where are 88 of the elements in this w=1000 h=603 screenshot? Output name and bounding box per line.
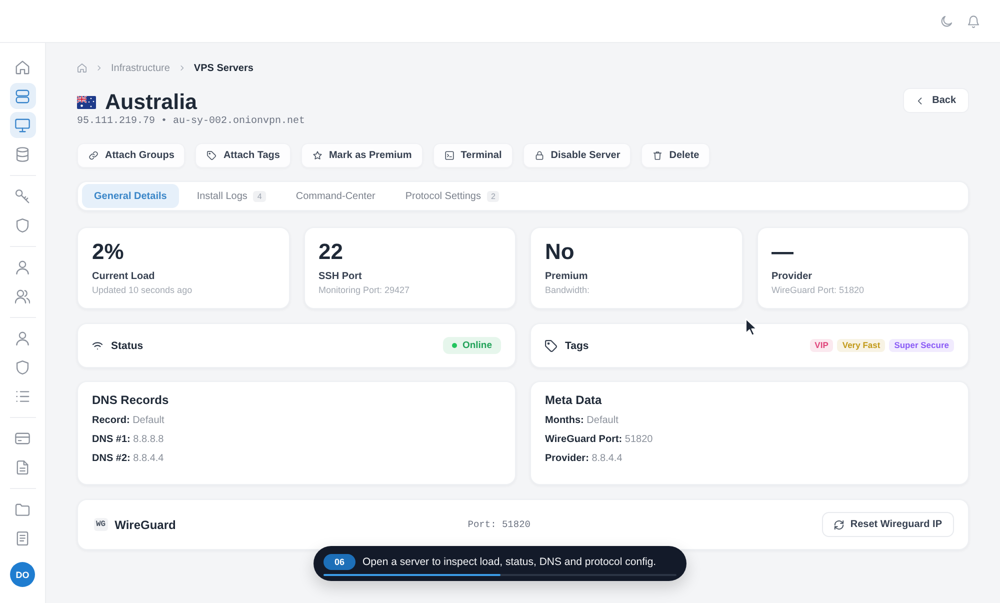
tab[interactable]: Install Logs 4 [184,184,278,208]
action-button[interactable]: Delete [641,143,710,168]
card-title: WireGuard [114,518,176,532]
user-icon [15,260,30,274]
field-value: Default [132,415,164,426]
server-icon [15,88,30,104]
list-icon [15,388,30,404]
field-value: Default [586,415,618,426]
action-button[interactable]: Attach Groups [77,143,186,168]
card-title: Meta Data [545,392,603,408]
document-icon [15,460,30,474]
field-value: 51820 [624,434,653,445]
terminal-icon [444,151,454,160]
shield-icon [15,218,30,232]
flag-icon [77,96,96,108]
stat-detail: Bandwidth: [545,284,591,296]
stat-detail: Monitoring Port: 29427 [318,284,411,296]
field-label: DNS #1: [92,434,130,445]
stat-label: Current Load [92,270,156,283]
count-badge: 2 [486,190,500,202]
shield-icon [15,360,30,374]
refresh-icon [834,520,844,530]
action-button[interactable]: Attach Tags [195,143,291,168]
sidebar-item[interactable] [10,112,36,138]
bell-icon[interactable] [967,14,980,28]
stat-value: — [772,240,794,264]
monitor-icon [15,118,30,132]
field-label: Provider: [545,453,589,464]
tag-icon [207,151,216,160]
chevron-icon [916,96,924,104]
sidebar-item[interactable] [10,83,36,109]
field-value: 8.8.4.4 [592,453,622,464]
status-text: Online [462,340,492,351]
database-icon [15,146,30,162]
stat-label: Premium [545,270,589,283]
stat-detail: WireGuard Port: 51820 [772,284,866,296]
folder-icon [15,502,30,516]
stat-value: 22 [318,240,344,264]
stat-detail: Updated 10 seconds ago [92,284,194,296]
tag-badge: Very Fast [837,339,886,352]
back-button[interactable]: Back [903,88,969,113]
stat-label: Provider [772,270,814,283]
action-button[interactable]: Mark as Premium [300,143,423,168]
field-label: WireGuard Port: [545,434,622,445]
user-avatar[interactable]: DO [10,562,35,587]
tag-icon [545,340,557,352]
field-label: Record: [92,415,130,426]
breadcrumb-current: VPS Servers [194,62,254,74]
wifi-icon [92,340,103,351]
link-icon [89,151,98,160]
trash-icon [653,151,662,160]
star-icon [312,151,322,160]
credit-card-icon [15,430,30,446]
status-dot-icon [452,343,458,348]
notes-icon [15,530,30,546]
toast-message: Open a server to inspect load, status, DNS and protocol config. [362,556,656,568]
action-button[interactable]: Disable Server [522,143,632,168]
lock-icon [534,151,544,160]
reset-ip-button[interactable]: Reset Wireguard IP [822,512,954,537]
count-badge: 4 [253,190,266,202]
users-icon [15,288,30,304]
card-title: Tags [565,340,589,352]
key-icon [15,188,30,204]
user-icon [15,330,30,346]
page-title: Australia [105,89,198,115]
chevron-icon [178,65,185,71]
tab[interactable]: Command-Center [284,184,388,208]
moon-icon[interactable] [940,14,953,28]
field-value: 8.8.4.4 [133,453,164,464]
field-label: DNS #2: [92,453,130,464]
chevron-icon [96,65,102,71]
home-icon [15,60,30,74]
stat-label: SSH Port [318,270,363,283]
tab[interactable]: Protocol Settings 2 [393,184,512,208]
field-label: Months: [545,415,584,426]
stat-value: 2% [92,240,125,264]
action-button[interactable]: Terminal [432,143,513,168]
step-badge: 06 [324,554,356,570]
protocol-badge: WG [94,518,108,531]
card-title: Status [111,340,144,352]
server-address: 95.111.219.79 • au-sy-002.onionvpn.net [77,115,306,129]
tag-badge: VIP [810,339,834,352]
stat-value: No [545,240,576,264]
tag-badge: Super Secure [889,339,954,352]
card-title: DNS Records [92,392,170,408]
port-text: Port: 51820 [468,519,530,530]
field-value: 8.8.8.8 [133,434,164,445]
home-icon[interactable] [77,63,87,73]
